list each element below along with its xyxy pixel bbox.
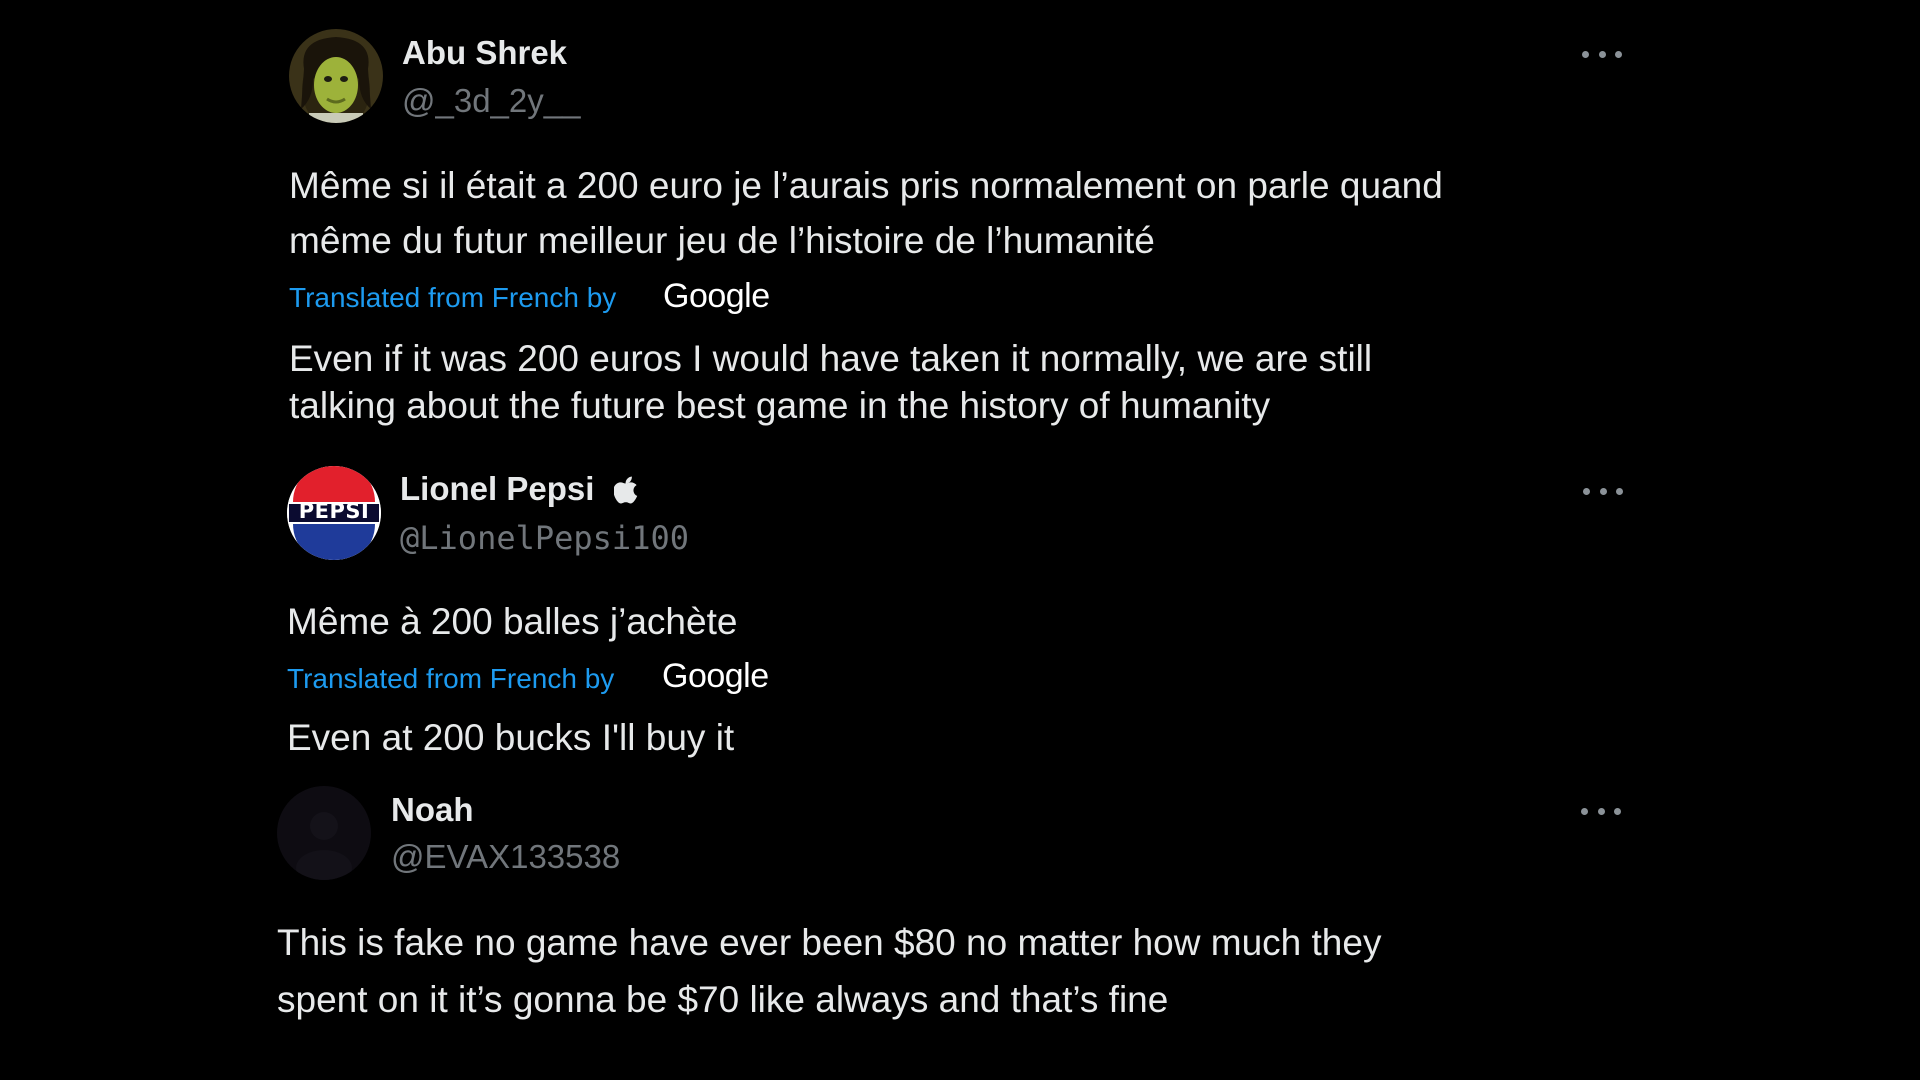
google-logo-text: Google: [662, 657, 769, 695]
tweet-text-line-1: Même si il était a 200 euro je l’aurais …: [289, 165, 1443, 206]
translation-line-1: Even if it was 200 euros I would have ta…: [289, 338, 1373, 379]
avatar[interactable]: PEPSI: [287, 466, 381, 560]
translation-line-2: talking about the future best game in th…: [289, 385, 1271, 426]
display-name[interactable]: Lionel Pepsi: [400, 470, 594, 508]
display-name[interactable]: Noah: [391, 791, 474, 829]
avatar[interactable]: [277, 786, 371, 880]
more-options-icon[interactable]: [1582, 48, 1622, 60]
google-logo-text: Google: [663, 277, 770, 315]
pepsi-logo-text: PEPSI: [298, 499, 370, 523]
apple-icon: [614, 476, 638, 504]
tweet-text-line-2: même du futur meilleur jeu de l’histoire…: [289, 220, 1155, 261]
more-options-icon[interactable]: [1583, 485, 1623, 497]
user-handle[interactable]: @LionelPepsi100: [400, 519, 689, 557]
shrek-avatar-icon: [289, 29, 383, 123]
avatar[interactable]: [289, 29, 383, 123]
display-name[interactable]: Abu Shrek: [402, 34, 567, 72]
tweet-text-line-2: spent on it it’s gonna be $70 like alway…: [277, 979, 1169, 1020]
translated-from-link[interactable]: Translated from French by: [287, 663, 614, 695]
translation-line-1: Even at 200 bucks I'll buy it: [287, 717, 735, 758]
user-handle[interactable]: @EVAX133538: [391, 838, 620, 876]
more-options-icon[interactable]: [1581, 805, 1621, 817]
dark-avatar-icon: [277, 786, 371, 880]
tweet-thread: Abu Shrek @_3d_2y__ Même si il était a 2…: [0, 0, 1920, 1080]
translated-from-link[interactable]: Translated from French by: [289, 282, 616, 314]
tweet-text-line-1: Même à 200 balles j’achète: [287, 601, 738, 642]
user-handle[interactable]: @_3d_2y__: [402, 82, 580, 120]
tweet-text-line-1: This is fake no game have ever been $80 …: [277, 922, 1382, 963]
